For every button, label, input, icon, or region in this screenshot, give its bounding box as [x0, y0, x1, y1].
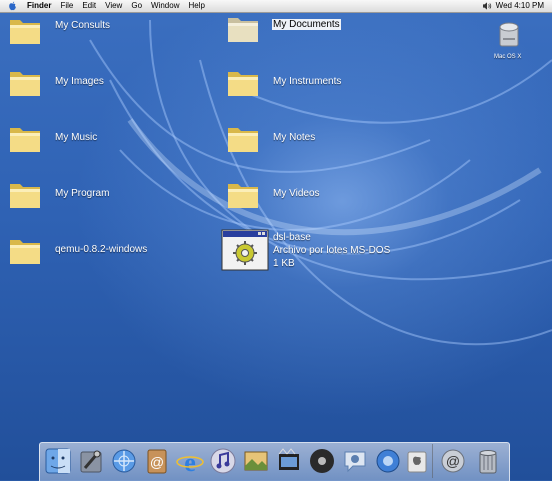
menu-bar: Finder File Edit View Go Window Help Wed… [0, 0, 552, 13]
file-type-label: Archivo por lotes MS-DOS [273, 245, 391, 256]
folder-icon[interactable] [226, 66, 260, 98]
folder-icon[interactable] [8, 122, 42, 154]
folder-label-my-instruments[interactable]: My Instruments [273, 76, 341, 87]
trash-icon[interactable] [474, 446, 502, 476]
dock-separator [432, 444, 433, 478]
menubar-clock[interactable]: Wed 4:10 PM [496, 0, 544, 12]
menu-edit[interactable]: Edit [82, 0, 96, 12]
svg-text:e: e [184, 448, 196, 476]
internet-connect-icon[interactable] [110, 446, 138, 476]
folder-label-my-consults[interactable]: My Consults [55, 20, 110, 31]
apple-store-icon[interactable] [403, 446, 431, 476]
mail-icon[interactable]: @ [439, 446, 467, 476]
folder-label-my-notes[interactable]: My Notes [273, 132, 315, 143]
finder-icon[interactable] [44, 446, 72, 476]
folder-label-qemu[interactable]: qemu-0.8.2-windows [55, 244, 147, 255]
folder-label-my-music[interactable]: My Music [55, 132, 97, 143]
address-book-icon[interactable]: @ [143, 446, 171, 476]
folder-label-my-images[interactable]: My Images [55, 76, 104, 87]
system-preferences-icon[interactable] [77, 446, 105, 476]
svg-text:@: @ [446, 453, 460, 469]
menu-view[interactable]: View [105, 0, 122, 12]
itunes-icon[interactable] [209, 446, 237, 476]
ichat-icon[interactable] [341, 446, 369, 476]
apple-menu-icon[interactable] [8, 1, 17, 11]
folder-label-my-videos[interactable]: My Videos [273, 188, 320, 199]
folder-icon[interactable] [8, 178, 42, 210]
idvd-icon[interactable] [308, 446, 336, 476]
volume-icon[interactable] [482, 2, 492, 10]
folder-icon[interactable] [8, 14, 42, 46]
menu-help[interactable]: Help [188, 0, 204, 12]
folder-icon[interactable] [8, 66, 42, 98]
quicktime-icon[interactable] [374, 446, 402, 476]
file-name-dsl-base[interactable]: dsl-base [273, 231, 390, 244]
hard-disk-label[interactable]: Mac OS X [494, 54, 521, 60]
menu-go[interactable]: Go [131, 0, 142, 12]
batch-file-icon[interactable] [221, 229, 269, 271]
menu-file[interactable]: File [60, 0, 73, 12]
menu-window[interactable]: Window [151, 0, 179, 12]
folder-icon[interactable] [226, 122, 260, 154]
internet-explorer-icon[interactable]: e [176, 446, 204, 476]
menu-finder[interactable]: Finder [27, 0, 51, 12]
hard-disk-icon[interactable] [498, 20, 520, 50]
file-size-label: 1 KB [273, 258, 295, 269]
iphoto-icon[interactable] [242, 446, 270, 476]
imovie-icon[interactable] [275, 446, 303, 476]
folder-label-my-program[interactable]: My Program [55, 188, 109, 199]
folder-label-my-documents[interactable]: My Documents [272, 19, 341, 30]
folder-icon[interactable] [8, 234, 42, 266]
svg-text:@: @ [150, 454, 164, 470]
folder-icon[interactable] [226, 12, 260, 44]
folder-icon[interactable] [226, 178, 260, 210]
